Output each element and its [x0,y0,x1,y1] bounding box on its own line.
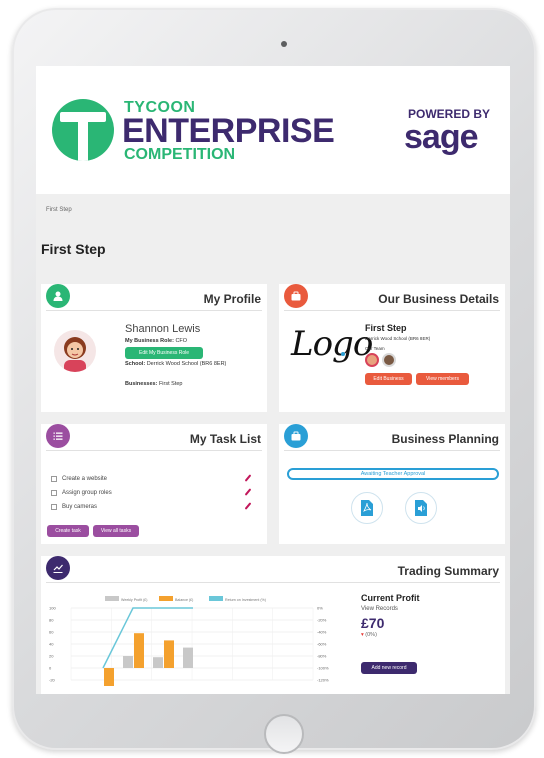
task-item[interactable]: Assign group roles [51,490,112,496]
y-tick-label: -20 [49,678,56,683]
task-label: Assign group roles [62,490,112,496]
legend-label: Balance (£) [175,598,193,602]
sage-logo: sage [404,118,478,156]
bar [183,647,193,668]
role-value: CFO [175,338,188,344]
bar [153,657,163,668]
bar [134,633,144,668]
page-title: First Step [41,241,106,257]
bar [164,640,174,668]
team-member-avatar [365,353,379,367]
tycoon-logo-icon [52,99,114,161]
y2-tick-label: -60% [317,642,327,647]
list-icon [46,424,70,448]
y-tick-label: 40 [49,642,54,647]
app-screen: TYCOON ENTERPRISE COMPETITION POWERED BY… [36,66,510,694]
folder-icon [284,424,308,448]
trading-card: Trading Summary Weekly Profit (£) Balance… [41,556,505,694]
businesses-label: Businesses: [125,381,158,387]
planning-card: Business Planning Awaiting Teacher Appro… [279,424,505,544]
edit-business-button[interactable]: Edit Business [365,373,412,385]
business-school: Derrick Wood School (BR6 8ER) [365,336,431,341]
pdf-document-icon[interactable] [351,492,383,524]
planning-card-title: Business Planning [391,432,499,446]
edit-business-role-button[interactable]: Edit My Business Role [125,347,203,359]
y2-tick-label: 0% [317,606,323,611]
legend-swatch [209,596,223,601]
camera-icon [281,41,287,47]
audio-document-icon[interactable] [405,492,437,524]
brand-header: TYCOON ENTERPRISE COMPETITION POWERED BY… [36,66,510,194]
approval-status-badge: Awaiting Teacher Approval [287,468,499,480]
add-new-record-button[interactable]: Add new record [361,662,417,674]
profile-card-title: My Profile [203,292,261,306]
y-tick-label: 100 [49,606,56,611]
team-member-avatar [382,353,396,367]
home-button[interactable] [264,714,304,754]
breadcrumb[interactable]: First Step [46,207,72,213]
business-logo: Logo [291,324,373,364]
legend-swatch [105,596,119,601]
y2-tick-label: -120% [317,678,329,683]
task-item[interactable]: Create a website [51,476,107,482]
task-label: Create a website [62,476,108,482]
roi-line [102,607,193,669]
y-tick-label: 20 [49,654,54,659]
profile-card: My Profile Shannon Lewis My Business Rol… [41,284,267,412]
briefcase-icon [284,284,308,308]
chart-icon [46,556,70,580]
create-task-button[interactable]: Create task [47,525,89,537]
view-members-button[interactable]: View members [416,373,469,385]
y2-tick-label: -80% [317,654,327,659]
trading-chart-svg: Weekly Profit (£) Balance (£) Return on In… [49,596,329,686]
view-records-link[interactable]: View Records [361,606,398,612]
task-checkbox[interactable] [51,490,57,496]
business-card: Our Business Details Logo First Step Der… [279,284,505,412]
logo-dot-icon [341,352,345,356]
y-tick-label: 80 [49,618,54,623]
profile-name: Shannon Lewis [125,323,201,335]
business-name: First Step [365,323,407,333]
tasks-card: My Task List Create a website Assign gro… [41,424,267,544]
pencil-icon[interactable] [244,488,252,496]
legend-label: Return on Investment (%) [225,598,266,602]
task-label: Buy cameras [62,504,98,510]
y2-tick-label: -40% [317,630,327,635]
bar [104,668,114,686]
user-icon [46,284,70,308]
y2-tick-label: -100% [317,666,329,671]
school-label: School: [125,361,146,367]
tasks-card-title: My Task List [189,432,261,446]
y-tick-label: 60 [49,630,54,635]
bar [123,656,133,668]
task-checkbox[interactable] [51,476,57,482]
legend-label: Weekly Profit (£) [121,598,148,602]
view-all-tasks-button[interactable]: View all tasks [93,525,139,537]
role-label: My Business Role: [125,338,174,344]
team-label: Our Team [365,346,385,351]
business-card-title: Our Business Details [378,292,499,306]
pencil-icon[interactable] [244,502,252,510]
brand-line-3: COMPETITION [124,146,236,163]
legend-swatch [159,596,173,601]
profit-value: £70 [361,615,385,631]
task-item[interactable]: Buy cameras [51,504,97,510]
task-checkbox[interactable] [51,504,57,510]
avatar [54,330,96,372]
y-tick-label: 0 [49,666,52,671]
school-value: Derrick Wood School (BR6 8ER) [146,361,227,367]
pencil-icon[interactable] [244,474,252,482]
profit-change: ▾ (0%) [361,632,377,638]
y2-tick-label: -20% [317,618,327,623]
trading-card-title: Trading Summary [397,564,499,578]
businesses-value: First Step [158,381,183,387]
current-profit-label: Current Profit [361,593,420,603]
trading-chart: Weekly Profit (£) Balance (£) Return on In… [47,594,343,686]
